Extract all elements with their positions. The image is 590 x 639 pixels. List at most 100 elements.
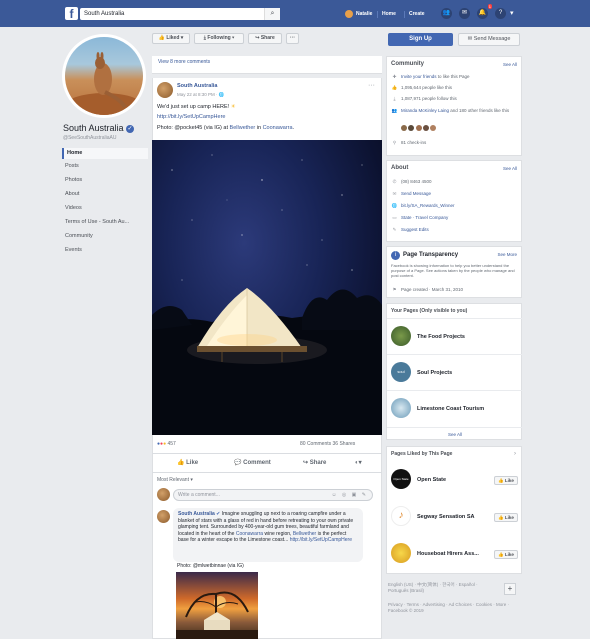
post-photo-credit: Photo: @pocket45 (via IG) at Bellwether … xyxy=(157,124,294,132)
likes-row: 👍 1,095,644 people like this xyxy=(391,85,519,91)
more-options-button[interactable]: ··· xyxy=(286,33,299,44)
friend-avatar[interactable] xyxy=(415,125,422,131)
follows-count: 1,087,971 people follow this xyxy=(401,96,457,101)
view-more-comments-link[interactable]: View 8 more comments xyxy=(158,59,210,65)
account-menu-chevron-icon[interactable]: ▾ xyxy=(510,9,514,17)
post-options-icon[interactable]: ··· xyxy=(368,82,375,89)
kangaroo-image xyxy=(65,52,143,115)
reactions-summary[interactable]: ●●● 457 xyxy=(157,441,176,447)
checkins-row: ⚲ 81 check-ins xyxy=(391,140,519,146)
left-nav-item-about[interactable]: About xyxy=(62,189,148,200)
comment-author-avatar[interactable] xyxy=(157,510,170,523)
about-see-all-link[interactable]: See All xyxy=(503,166,517,171)
comment-photo[interactable] xyxy=(176,572,258,639)
like-thumb-small-icon: 👍 xyxy=(498,478,505,483)
transparency-see-more-link[interactable]: See More xyxy=(497,252,517,257)
liked-page-name-segway[interactable]: Segway Sensation SA xyxy=(417,514,474,520)
globe-icon: 🌐 xyxy=(218,92,225,97)
friend-requests-icon[interactable]: 👥 xyxy=(441,8,452,19)
friend-avatar[interactable] xyxy=(401,125,407,131)
left-nav-item-terms[interactable]: Terms of Use - South Au... xyxy=(62,217,148,228)
comment-tools-icons[interactable]: ☺ ◎ ▣ ✎ xyxy=(331,490,368,501)
like-page-button[interactable]: 👍 Like xyxy=(494,476,518,485)
left-nav-item-events[interactable]: Events xyxy=(62,245,148,256)
page-title[interactable]: South Australia ✓ xyxy=(63,122,135,134)
send-message-button[interactable]: ✉ Send Message xyxy=(458,33,520,46)
following-button[interactable]: ⤓ Following ▾ xyxy=(194,33,244,44)
friend-avatar[interactable] xyxy=(408,125,415,131)
category-link[interactable]: State · Travel Company xyxy=(401,215,448,220)
like-action-button[interactable]: 👍 Like xyxy=(177,459,198,466)
invite-friends-link[interactable]: Invite your friends xyxy=(401,74,437,79)
search-icon[interactable]: ⌕ xyxy=(264,8,280,20)
post-author-avatar[interactable] xyxy=(157,82,173,98)
search-value: South Australia xyxy=(84,11,125,17)
left-nav-item-photos[interactable]: Photos xyxy=(62,175,148,186)
send-message-link[interactable]: Send Message xyxy=(401,191,431,196)
liked-page-name-open-state[interactable]: Open State xyxy=(417,477,446,483)
your-pages-see-all-link[interactable]: See All xyxy=(387,427,523,440)
profile-picture[interactable] xyxy=(62,34,146,118)
friend-avatars[interactable] xyxy=(401,125,529,133)
comment-action-button[interactable]: 💬 Comment xyxy=(234,459,271,466)
left-nav-item-videos[interactable]: Videos xyxy=(62,203,148,214)
post-timestamp[interactable]: May 22 at 8:30 PM · 🌐 xyxy=(177,92,224,98)
nav-home-link[interactable]: Home xyxy=(382,9,396,19)
comment-link-coonawarra[interactable]: Coonawarra xyxy=(236,531,263,537)
left-nav-item-posts[interactable]: Posts xyxy=(62,161,148,172)
comment-link-url[interactable]: http://bit.ly/SetUpCampHere xyxy=(290,537,352,543)
liked-page-row[interactable]: Open State Open State 👍 Like xyxy=(387,462,523,499)
messenger-icon[interactable]: ✉ xyxy=(459,8,470,19)
phone-number: (08) 8463 4500 xyxy=(401,179,432,184)
suggest-edits-link[interactable]: Suggest Edits xyxy=(401,227,429,232)
post-author-name[interactable]: South Australia xyxy=(177,83,217,89)
notifications-icon[interactable]: 🔔 1 xyxy=(477,4,492,19)
reaction-selector-icon[interactable]: ◐▾ xyxy=(355,459,362,466)
post-text1: We'd just set up camp HERE! xyxy=(157,104,230,110)
add-language-button[interactable]: + xyxy=(504,583,516,595)
your-page-row[interactable]: The Food Projects xyxy=(387,318,523,354)
comment-sort-dropdown[interactable]: Most Relevant ▾ xyxy=(157,477,193,483)
liked-page-row[interactable]: ♪ Segway Sensation SA 👍 Like xyxy=(387,499,523,536)
comment-author-name[interactable]: South Australia xyxy=(178,511,215,517)
left-nav-item-home[interactable]: Home xyxy=(62,148,148,159)
comments-shares-count[interactable]: 80 Comments 36 Shares xyxy=(300,441,355,447)
friend-avatar[interactable] xyxy=(422,125,429,131)
post-photo[interactable] xyxy=(152,140,382,435)
friend-avatar[interactable] xyxy=(430,125,437,131)
community-see-all-link[interactable]: See All xyxy=(503,62,517,67)
friend-name-link[interactable]: Miranda McKinley Laing xyxy=(401,108,449,113)
like-page-button[interactable]: 👍 Like xyxy=(494,550,518,559)
your-page-row[interactable]: soul Soul Projects xyxy=(387,354,523,390)
user-name-link[interactable]: Natalie xyxy=(356,9,372,19)
left-nav-item-community[interactable]: Community xyxy=(62,231,148,242)
liked-page-row[interactable]: Houseboat Hirers Ass... 👍 Like xyxy=(387,536,523,573)
your-page-row[interactable]: Limestone Coast Tourism xyxy=(387,390,523,426)
search-input[interactable]: South Australia ⌕ xyxy=(80,8,280,20)
liked-button[interactable]: 👍 Liked ▾ xyxy=(152,33,190,44)
facebook-logo-icon[interactable]: f xyxy=(65,7,78,21)
share-button[interactable]: ↪ Share xyxy=(248,33,282,44)
comment-link-bellwether[interactable]: Bellwether xyxy=(293,531,316,537)
phone-icon: ✆ xyxy=(392,179,397,184)
page-name-limestone-coast[interactable]: Limestone Coast Tourism xyxy=(417,406,484,412)
post-link[interactable]: http://bit.ly/SetUpCampHere xyxy=(157,113,225,121)
website-link[interactable]: bit.ly/SA_Rewards_Winner xyxy=(401,203,455,208)
footer-languages[interactable]: English (US) · 中文(简体) · 한국어 · Español · … xyxy=(388,582,498,594)
like-page-button[interactable]: 👍 Like xyxy=(494,513,518,522)
help-icon[interactable]: ? xyxy=(495,8,506,19)
user-avatar[interactable] xyxy=(345,10,353,18)
nav-create-link[interactable]: Create xyxy=(409,9,425,19)
bellwether-link[interactable]: Bellwether xyxy=(230,125,256,131)
most-relevant-label: Most Relevant xyxy=(157,477,189,483)
comment-input[interactable]: Write a comment... ☺ ◎ ▣ ✎ xyxy=(173,489,373,501)
liked-page-name-houseboat[interactable]: Houseboat Hirers Ass... xyxy=(417,551,479,557)
website-row: 🌐 bit.ly/SA_Rewards_Winner xyxy=(391,203,519,209)
footer-links[interactable]: Privacy · Terms · Advertising · Ad Choic… xyxy=(388,602,513,614)
share-action-button[interactable]: ↪ Share xyxy=(303,459,326,466)
coonawarra-link[interactable]: Coonawarra xyxy=(263,125,293,131)
sign-up-button[interactable]: Sign Up xyxy=(388,33,453,46)
page-name-food-projects[interactable]: The Food Projects xyxy=(417,334,465,340)
page-name-soul-projects[interactable]: Soul Projects xyxy=(417,370,452,376)
chevron-right-icon[interactable]: › xyxy=(514,451,516,457)
